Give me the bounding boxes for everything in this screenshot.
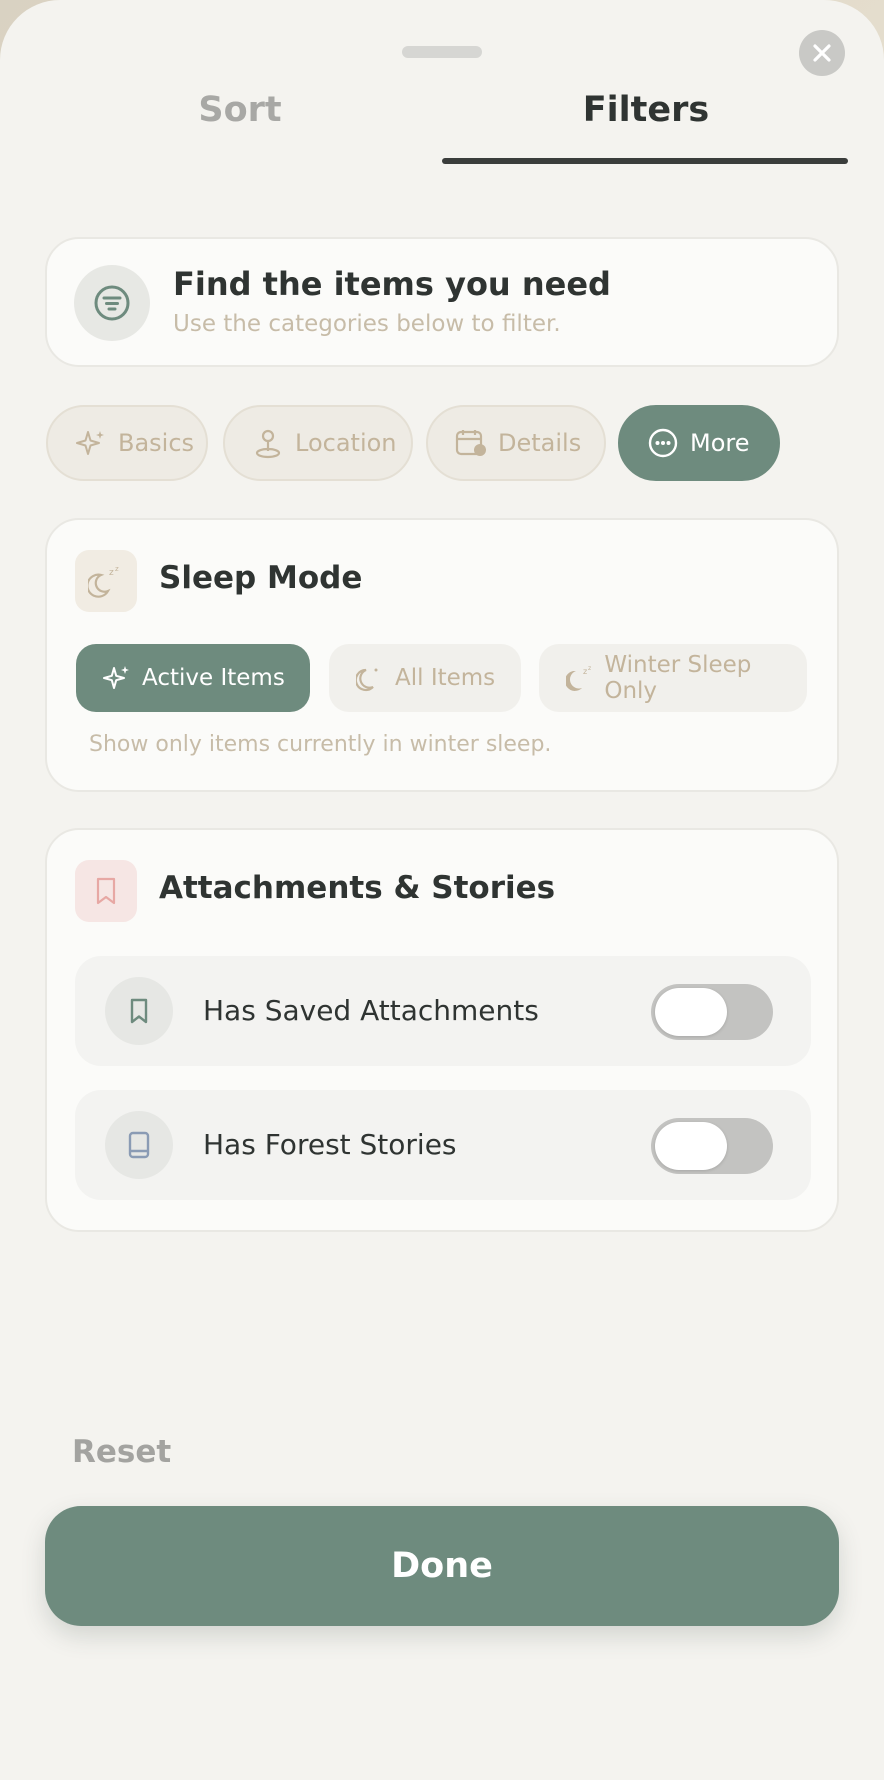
option-all-items[interactable]: All Items — [329, 644, 521, 712]
moon-zzz-icon: zz — [565, 663, 594, 693]
svg-text:z: z — [588, 665, 591, 672]
row-label: Has Forest Stories — [203, 1128, 457, 1161]
chip-basics[interactable]: Basics — [46, 405, 208, 481]
active-tab-indicator — [442, 158, 848, 164]
close-button[interactable] — [799, 30, 845, 76]
attachments-title: Attachments & Stories — [159, 870, 556, 906]
sparkle-icon — [74, 426, 108, 460]
filter-icon — [74, 265, 150, 341]
reset-button[interactable]: Reset — [72, 1434, 171, 1470]
saved-attachments-toggle[interactable] — [651, 984, 773, 1040]
sleep-mode-title: Sleep Mode — [159, 560, 363, 596]
filter-sheet: Sort Filters Find the items you need Use… — [0, 0, 884, 1780]
row-forest-stories: Has Forest Stories — [75, 1090, 811, 1200]
pin-icon — [251, 426, 285, 460]
moon-icon — [355, 663, 385, 693]
chip-label: Details — [498, 429, 582, 457]
chip-details[interactable]: Details — [426, 405, 606, 481]
chip-label: More — [690, 429, 750, 457]
chip-label: Basics — [118, 429, 195, 457]
intro-title: Find the items you need — [173, 265, 611, 303]
book-icon — [105, 1111, 173, 1179]
attachments-section: Attachments & Stories Has Saved Attachme… — [45, 828, 839, 1232]
chip-more[interactable]: More — [618, 405, 780, 481]
option-label: Winter Sleep Only — [604, 652, 752, 704]
chip-label: Location — [295, 429, 397, 457]
intro-subtitle: Use the categories below to filter. — [173, 311, 561, 337]
option-active-items[interactable]: Active Items — [76, 644, 310, 712]
calendar-icon — [454, 426, 488, 460]
close-icon — [813, 44, 831, 62]
sheet-grabber[interactable] — [402, 46, 482, 58]
svg-text:z: z — [115, 565, 119, 573]
row-label: Has Saved Attachments — [203, 994, 539, 1027]
bookmark-icon — [75, 860, 137, 922]
toggle-knob — [655, 1122, 727, 1170]
sleep-mode-section: zz Sleep Mode Active Items All Items zz … — [45, 518, 839, 792]
tab-sort[interactable]: Sort — [90, 90, 390, 130]
option-winter-sleep-only[interactable]: zz Winter Sleep Only — [539, 644, 807, 712]
sparkle-icon — [102, 663, 132, 693]
moon-zzz-icon: zz — [75, 550, 137, 612]
done-button[interactable]: Done — [45, 1506, 839, 1626]
option-label: Active Items — [142, 665, 285, 691]
toggle-knob — [655, 988, 727, 1036]
bookmark-icon — [105, 977, 173, 1045]
tab-filters[interactable]: Filters — [496, 90, 796, 130]
svg-text:z: z — [583, 667, 587, 676]
option-label: All Items — [395, 665, 496, 691]
row-saved-attachments: Has Saved Attachments — [75, 956, 811, 1066]
intro-card: Find the items you need Use the categori… — [45, 237, 839, 367]
more-icon — [646, 426, 680, 460]
sleep-mode-hint: Show only items currently in winter slee… — [89, 732, 552, 757]
svg-text:z: z — [109, 568, 114, 578]
chip-location[interactable]: Location — [223, 405, 413, 481]
forest-stories-toggle[interactable] — [651, 1118, 773, 1174]
